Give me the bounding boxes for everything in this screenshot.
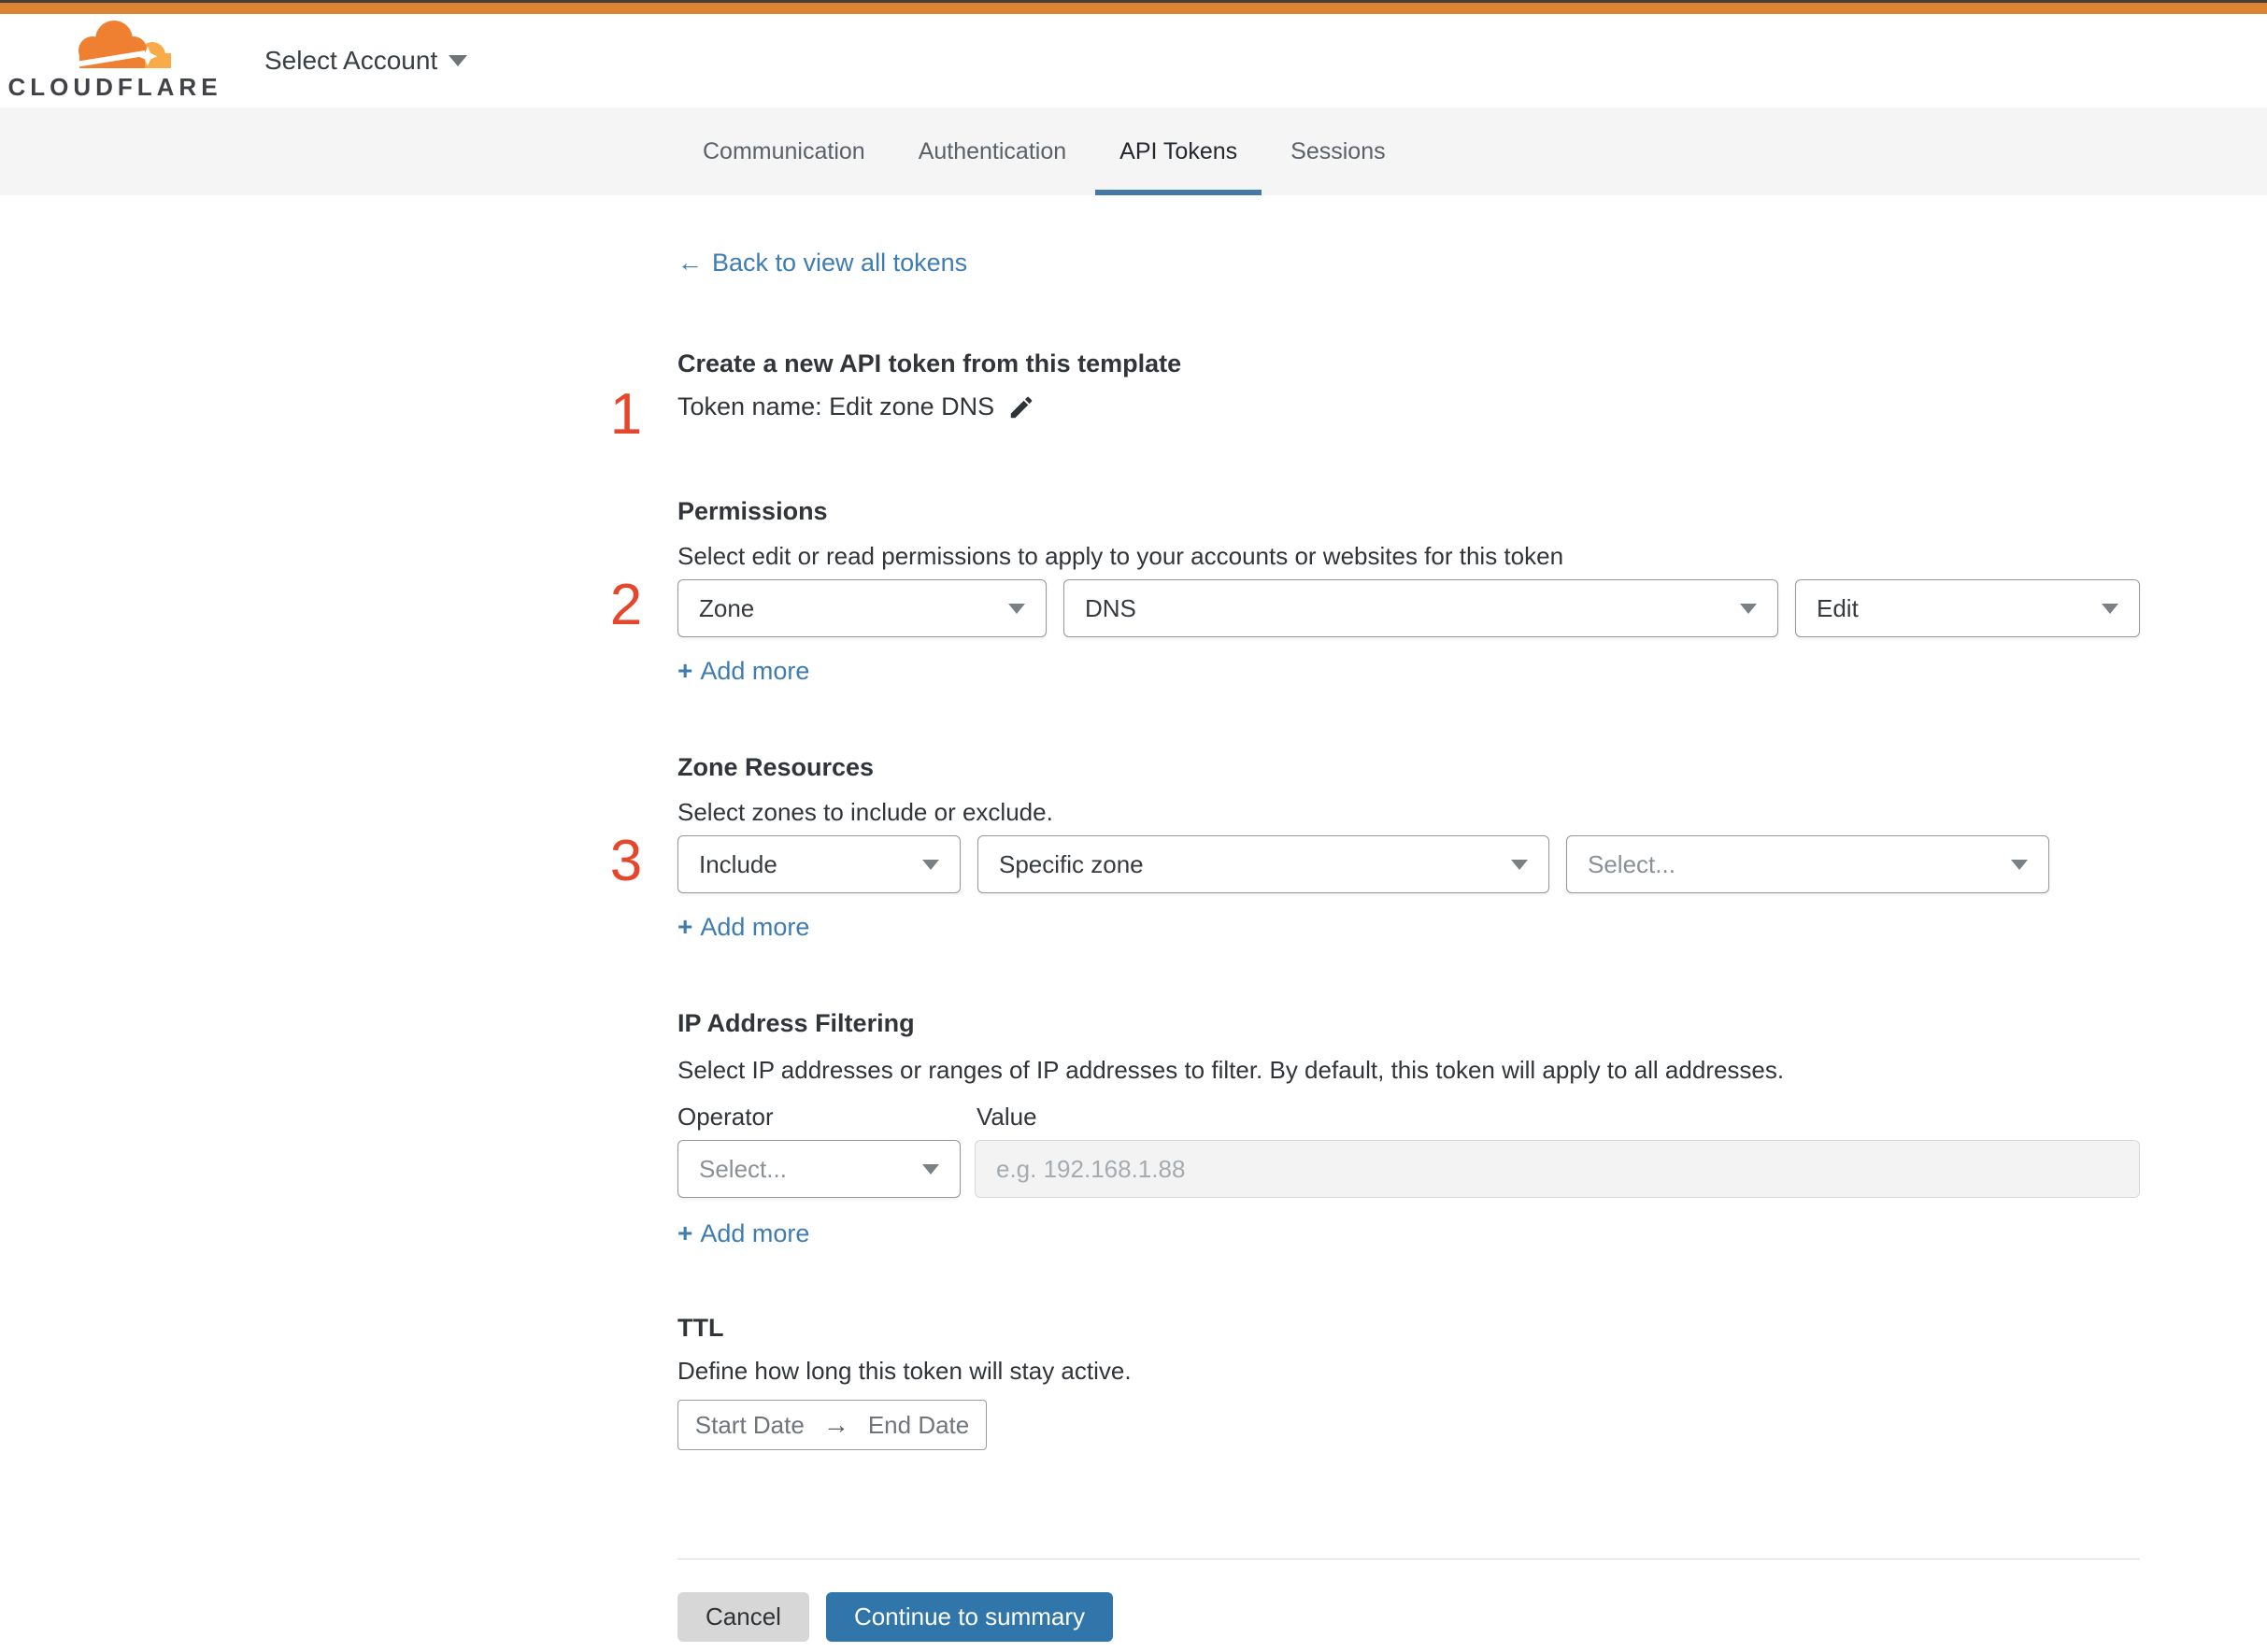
zone-select-placeholder: Select...	[1588, 849, 1675, 878]
step-number-1: 1	[609, 382, 643, 447]
permission-scope-value: Zone	[699, 593, 755, 622]
brand-accent-bar	[0, 3, 2267, 14]
start-date-label: Start Date	[694, 1410, 805, 1439]
cloudflare-logo[interactable]: CLOUDFLARE	[7, 20, 218, 102]
zone-resources-add-more-link[interactable]: + Add more	[677, 912, 809, 942]
back-arrow-icon: ←	[677, 249, 703, 277]
value-label: Value	[977, 1103, 1037, 1131]
chevron-down-icon	[449, 55, 468, 66]
permissions-title: Permissions	[677, 497, 828, 525]
arrow-right-icon: →	[822, 1410, 849, 1439]
cloudflare-cloud-icon	[76, 21, 171, 68]
chevron-down-icon	[2102, 603, 2118, 614]
zone-select-dropdown[interactable]: Select...	[1566, 835, 2049, 893]
permission-group-value: DNS	[1085, 593, 1136, 622]
zone-resources-description: Select zones to include or exclude.	[677, 798, 1053, 826]
permissions-description: Select edit or read permissions to apply…	[677, 542, 1564, 570]
permission-group-dropdown[interactable]: DNS	[1063, 579, 1778, 637]
edit-token-name-button[interactable]	[1007, 393, 1035, 421]
chevron-down-icon	[2011, 859, 2028, 870]
back-link-label: Back to view all tokens	[712, 249, 968, 277]
back-to-tokens-link[interactable]: ← Back to view all tokens	[677, 249, 967, 278]
zone-include-exclude-dropdown[interactable]: Include	[677, 835, 961, 893]
cloudflare-api-token-template-page: CLOUDFLARE Select Account Communication …	[0, 0, 2267, 1652]
ip-filtering-add-more-link[interactable]: + Add more	[677, 1218, 809, 1248]
app-header: CLOUDFLARE Select Account	[0, 14, 2267, 107]
permission-level-value: Edit	[1817, 593, 1859, 622]
zone-include-exclude-value: Include	[699, 849, 777, 878]
account-selector[interactable]: Select Account	[264, 46, 468, 76]
step-number-2: 2	[609, 573, 643, 637]
chevron-down-icon	[1008, 603, 1025, 614]
ip-operator-placeholder: Select...	[699, 1154, 787, 1183]
ttl-title: TTL	[677, 1314, 724, 1342]
tab-communication[interactable]: Communication	[703, 107, 865, 195]
plus-icon: +	[677, 912, 693, 941]
ip-filtering-description: Select IP addresses or ranges of IP addr…	[677, 1056, 1785, 1084]
ip-value-input[interactable]	[975, 1140, 2140, 1198]
pencil-icon	[1010, 396, 1033, 418]
tab-sessions[interactable]: Sessions	[1290, 107, 1385, 195]
continue-to-summary-button[interactable]: Continue to summary	[825, 1592, 1114, 1642]
chevron-down-icon	[922, 1163, 939, 1175]
profile-tab-bar: Communication Authentication API Tokens …	[0, 107, 2267, 195]
chevron-down-icon	[1740, 603, 1757, 614]
plus-icon: +	[677, 656, 693, 685]
token-name-text: Token name: Edit zone DNS	[677, 392, 995, 420]
chevron-down-icon	[1511, 859, 1528, 870]
add-more-label: Add more	[700, 656, 810, 685]
add-more-label: Add more	[700, 912, 810, 941]
permissions-add-more-link[interactable]: + Add more	[677, 656, 809, 686]
operator-label: Operator	[677, 1103, 774, 1131]
plus-icon: +	[677, 1218, 693, 1247]
end-date-label: End Date	[867, 1410, 970, 1439]
zone-type-value: Specific zone	[999, 849, 1144, 878]
ttl-description: Define how long this token will stay act…	[677, 1357, 1132, 1385]
ttl-date-range-picker[interactable]: Start Date → End Date	[677, 1400, 987, 1450]
tab-authentication[interactable]: Authentication	[919, 107, 1066, 195]
zone-resources-title: Zone Resources	[677, 753, 875, 781]
ip-filtering-title: IP Address Filtering	[677, 1009, 915, 1037]
account-selector-label: Select Account	[264, 46, 438, 75]
permission-level-dropdown[interactable]: Edit	[1795, 579, 2140, 637]
permission-scope-dropdown[interactable]: Zone	[677, 579, 1047, 637]
zone-type-dropdown[interactable]: Specific zone	[977, 835, 1549, 893]
chevron-down-icon	[922, 859, 939, 870]
cancel-button[interactable]: Cancel	[677, 1592, 809, 1642]
add-more-label: Add more	[700, 1218, 810, 1247]
ip-operator-dropdown[interactable]: Select...	[677, 1140, 961, 1198]
step-number-3: 3	[609, 829, 643, 893]
template-section-title: Create a new API token from this templat…	[677, 349, 1182, 377]
cloudflare-logo-text: CLOUDFLARE	[7, 73, 222, 101]
tab-api-tokens[interactable]: API Tokens	[1095, 107, 1262, 195]
